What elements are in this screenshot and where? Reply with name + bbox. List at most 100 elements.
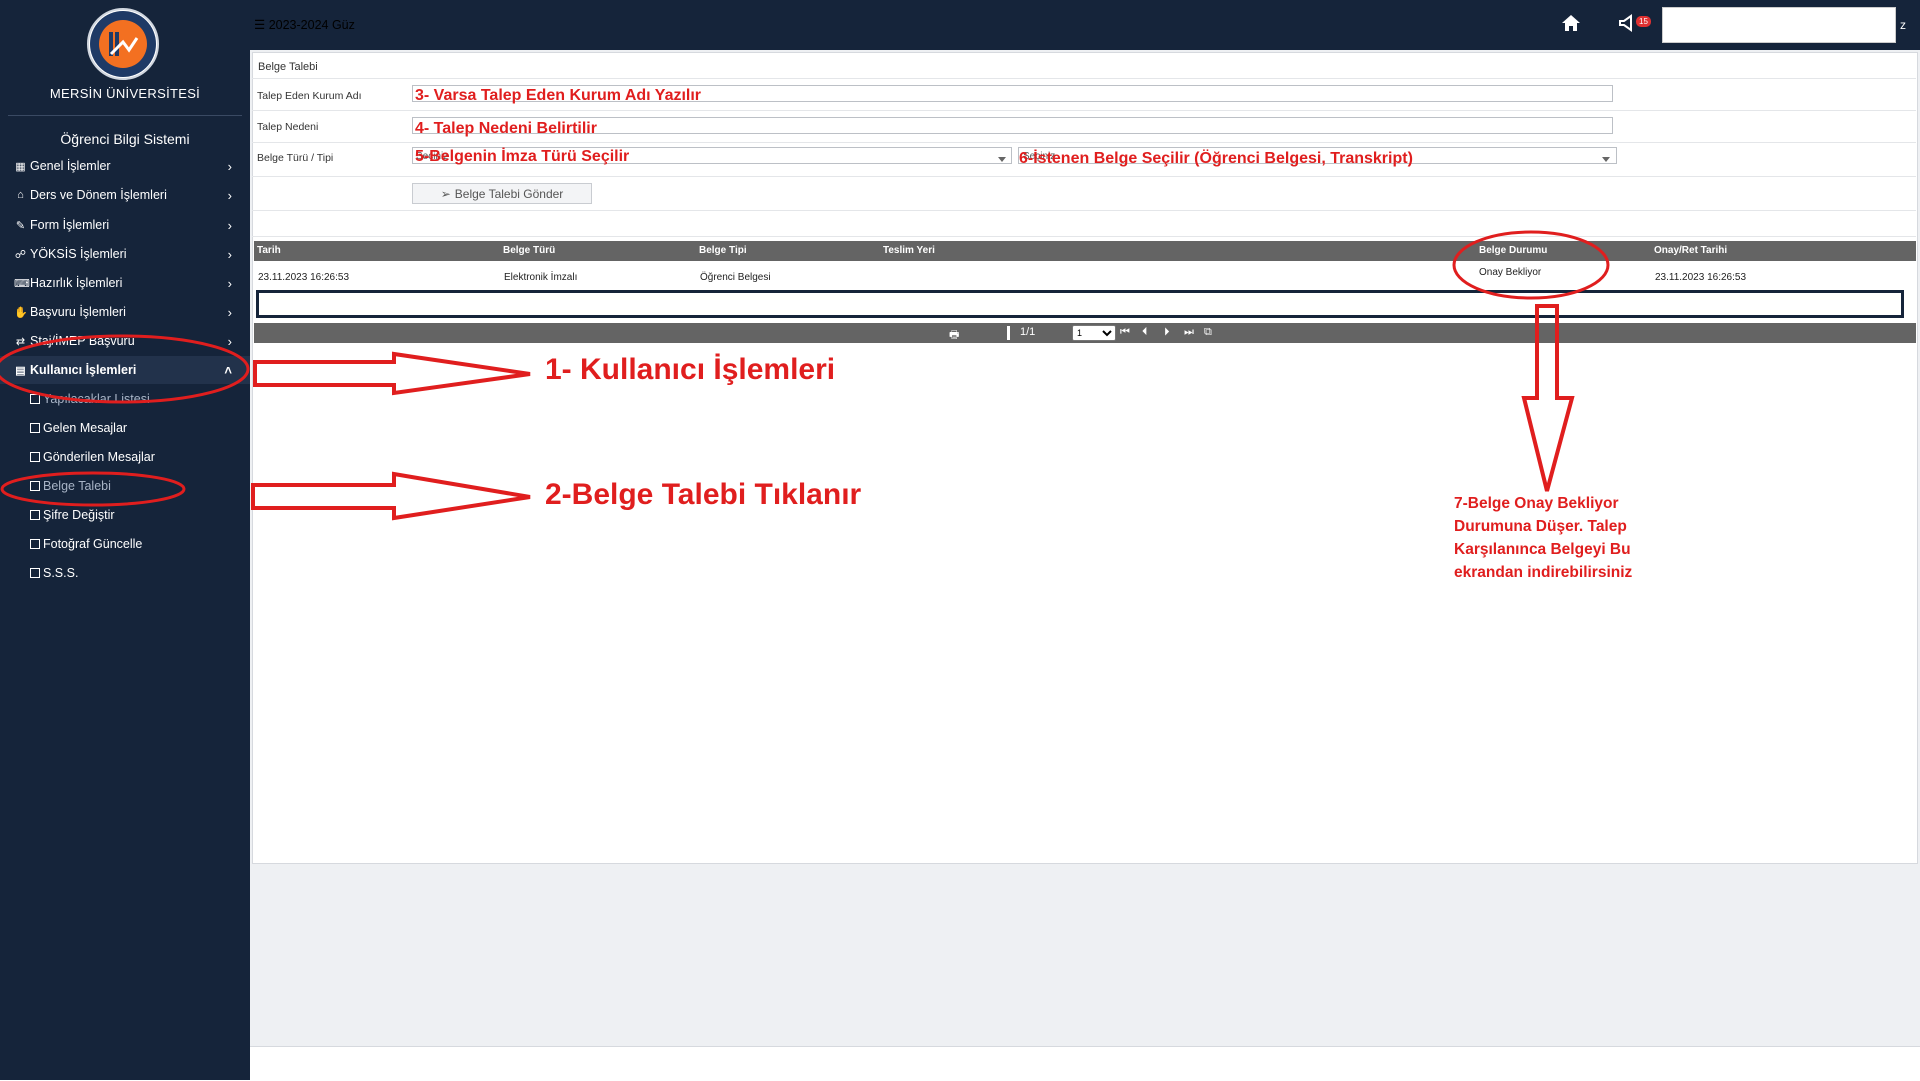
submenu-item-label: Belge Talebi	[43, 479, 111, 493]
submenu-item-label: Yapılacaklar Listesi	[43, 392, 150, 406]
cell-belge-tipi: Öğrenci Belgesi	[700, 272, 771, 283]
submenu-item-fotograf-guncelle[interactable]: Fotoğraf Güncelle	[30, 537, 142, 551]
square-icon	[30, 452, 40, 462]
copy-icon[interactable]: ⧉	[1204, 326, 1212, 339]
sidebar-item-genel-islemler[interactable]: ▦ Genel İşlemler ›	[0, 152, 250, 180]
print-icon[interactable]: 🖶	[949, 326, 959, 345]
exchange-icon: ⇄	[15, 335, 26, 348]
sidebar-item-label: Staj/İMEP Başvuru	[30, 334, 135, 348]
submenu-item-sss[interactable]: S.S.S.	[30, 566, 78, 580]
annotation-step2: 2-Belge Talebi Tıklanır	[545, 478, 862, 511]
term-selector[interactable]: ☰ 2023-2024 Güz	[254, 17, 355, 32]
submenu-item-yapilacaklar[interactable]: Yapılacaklar Listesi	[30, 392, 150, 406]
submenu-item-label: S.S.S.	[43, 566, 79, 580]
belge-talebi-panel	[252, 52, 1918, 864]
chevron-right-icon: ›	[227, 275, 232, 291]
square-icon	[30, 539, 40, 549]
sidebar-item-basvuru[interactable]: ✋ Başvuru İşlemleri ›	[0, 298, 250, 326]
home-icon[interactable]	[1560, 13, 1582, 38]
send-request-label: Belge Talebi Gönder	[454, 186, 564, 201]
sidebar-item-form-islemleri[interactable]: ✎ Form İşlemleri ›	[0, 211, 250, 239]
submenu-item-gelen-mesajlar[interactable]: Gelen Mesajlar	[30, 421, 127, 435]
panel-title: Belge Talebi	[258, 61, 318, 73]
column-header-tarih[interactable]: Tarih	[257, 245, 281, 256]
university-logo[interactable]	[87, 8, 159, 80]
sidebar-item-label: Başvuru İşlemleri	[30, 305, 126, 319]
keyboard-icon: ⌨	[14, 277, 30, 290]
label-institution: Talep Eden Kurum Adı	[257, 90, 362, 102]
building-icon: ⌂	[17, 189, 24, 201]
submenu-item-belge-talebi[interactable]: Belge Talebi	[30, 479, 111, 493]
sidebar-item-kullanici-islemleri[interactable]: ▤ Kullanıcı İşlemleri ˄	[0, 356, 250, 384]
prev-page-icon[interactable]: ⏴	[1142, 326, 1148, 339]
row-divider	[252, 110, 1916, 111]
annotation-step7: 7-Belge Onay Bekliyor Durumuna Düşer. Ta…	[1454, 495, 1633, 581]
chevron-right-icon: ›	[227, 217, 232, 233]
submenu-item-label: Şifre Değiştir	[43, 508, 115, 522]
sidebar-item-label: Ders ve Dönem İşlemleri	[30, 188, 167, 202]
square-icon	[30, 568, 40, 578]
sidebar-item-ders-donem[interactable]: ⌂ Ders ve Dönem İşlemleri ›	[0, 181, 250, 209]
users-icon: ☍	[14, 248, 27, 261]
topbar-tail-text: z	[1900, 18, 1906, 32]
highlight-box	[256, 290, 1904, 318]
label-reason: Talep Nedeni	[257, 121, 319, 133]
first-page-icon[interactable]: ⏮	[1120, 326, 1130, 339]
row-divider	[252, 78, 1916, 79]
announcement-icon[interactable]	[1617, 13, 1639, 38]
sidebar-item-staj[interactable]: ⇄ Staj/İMEP Başvuru ›	[0, 327, 250, 355]
send-icon: ➢	[440, 186, 451, 201]
submenu-item-label: Gelen Mesajlar	[43, 421, 128, 435]
sidebar-item-label: Form İşlemleri	[30, 218, 110, 232]
row-divider	[252, 176, 1916, 177]
cell-onay-ret-tarihi: 23.11.2023 16:26:53	[1655, 272, 1747, 283]
pager-cursor	[1007, 326, 1010, 340]
sidebar-item-label: Hazırlık İşlemleri	[30, 276, 123, 290]
handshake-icon: ✋	[14, 306, 28, 319]
cell-tarih: 23.11.2023 16:26:53	[258, 272, 350, 283]
column-header-teslim-yeri[interactable]: Teslim Yeri	[883, 245, 935, 256]
submenu-item-label: Fotoğraf Güncelle	[43, 537, 143, 551]
hamburger-icon[interactable]: ☰	[254, 18, 265, 32]
sidebar-item-yoksis[interactable]: ☍ YÖKSİS İşlemleri ›	[0, 240, 250, 268]
column-header-belge-turu[interactable]: Belge Türü	[503, 245, 555, 256]
square-icon	[30, 394, 40, 404]
user-box[interactable]	[1662, 7, 1896, 43]
last-page-icon[interactable]: ⏭	[1184, 326, 1194, 339]
chevron-right-icon: ›	[227, 158, 232, 174]
submenu-item-sifre-degistir[interactable]: Şifre Değiştir	[30, 508, 115, 522]
submenu-item-gonderilen-mesajlar[interactable]: Gönderilen Mesajlar	[30, 450, 155, 464]
footer-strip	[250, 1046, 1920, 1081]
next-page-icon[interactable]: ⏵	[1164, 326, 1170, 339]
sidebar-item-hazirlik[interactable]: ⌨ Hazırlık İşlemleri ›	[0, 269, 250, 297]
sidebar-divider	[8, 115, 242, 116]
table-pager: 🖶 1/1 1 ⏮ ⏴ ⏵ ⏭ ⧉	[254, 323, 1916, 343]
chevron-up-icon: ˄	[224, 362, 232, 378]
row-divider	[252, 142, 1916, 143]
cell-belge-turu: Elektronik İmzalı	[504, 272, 578, 283]
sidebar-item-label: Genel İşlemler	[30, 159, 111, 173]
university-name: MERSİN ÜNİVERSİTESİ	[49, 86, 201, 101]
edit-icon: ✎	[15, 219, 26, 232]
chevron-right-icon: ›	[227, 246, 232, 262]
row-divider	[252, 236, 1916, 237]
chevron-right-icon: ›	[227, 187, 232, 203]
column-header-belge-durumu[interactable]: Belge Durumu	[1479, 245, 1547, 256]
annotation-step5: 5-Belgenin İmza Türü Seçilir	[415, 148, 630, 165]
sidebar: MERSİN ÜNİVERSİTESİ Öğrenci Bilgi Sistem…	[0, 0, 250, 1080]
annotation-step4: 4- Talep Nedeni Belirtilir	[415, 120, 597, 137]
dropdown-arrow-icon	[998, 157, 1006, 162]
square-icon	[30, 510, 40, 520]
annotation-step6: 6-İstenen Belge Seçilir (Öğrenci Belgesi…	[1019, 150, 1413, 167]
clipboard-icon: ▤	[15, 364, 26, 377]
cell-belge-durumu: Onay Bekliyor	[1479, 267, 1542, 278]
send-request-button[interactable]: ➢ Belge Talebi Gönder	[412, 183, 592, 204]
annotation-step1: 1- Kullanıcı İşlemleri	[545, 353, 836, 386]
sidebar-item-label: YÖKSİS İşlemleri	[30, 247, 127, 261]
column-header-onay-ret-tarihi[interactable]: Onay/Ret Tarihi	[1654, 245, 1727, 256]
sidebar-item-label: Kullanıcı İşlemleri	[30, 363, 137, 377]
square-icon	[30, 481, 40, 491]
page-select[interactable]: 1	[1072, 325, 1116, 341]
column-header-belge-tipi[interactable]: Belge Tipi	[699, 245, 747, 256]
annotation-step3: 3- Varsa Talep Eden Kurum Adı Yazılır	[415, 87, 702, 104]
